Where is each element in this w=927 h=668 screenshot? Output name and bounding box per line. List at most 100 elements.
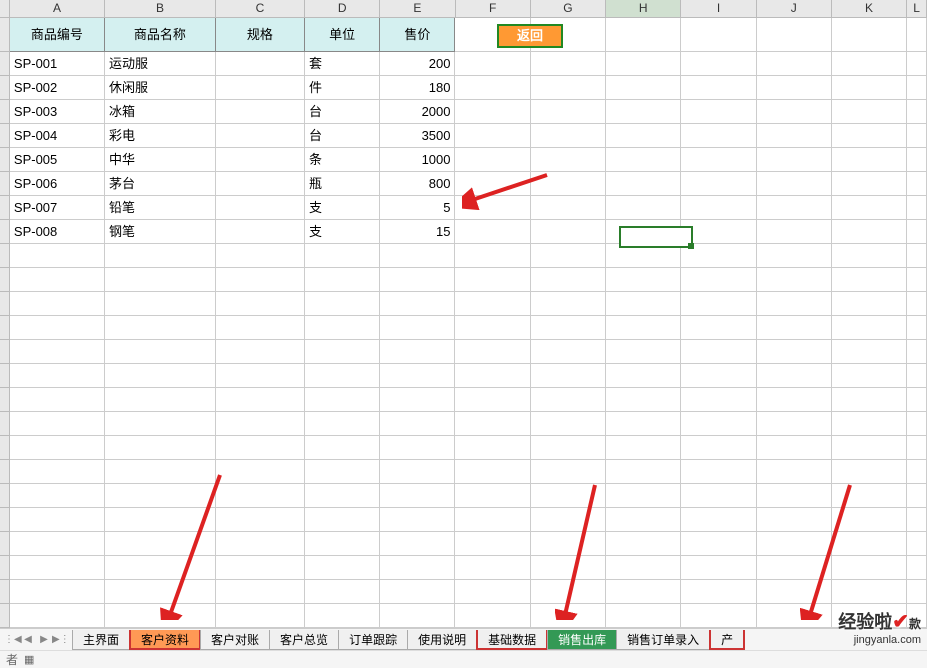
- col-header-h[interactable]: H: [606, 0, 681, 17]
- row-header[interactable]: [0, 364, 10, 388]
- cell-name[interactable]: 冰箱: [105, 100, 216, 124]
- col-header-f[interactable]: F: [456, 0, 531, 17]
- cell-unit[interactable]: 条: [305, 148, 380, 172]
- cell-code[interactable]: SP-001: [10, 52, 105, 76]
- cell-price[interactable]: 1000: [380, 148, 455, 172]
- cell-name[interactable]: 运动服: [105, 52, 216, 76]
- row-header[interactable]: [0, 244, 10, 268]
- row-header[interactable]: [0, 52, 10, 76]
- header-product-name[interactable]: 商品名称: [105, 18, 216, 52]
- cell-price[interactable]: 2000: [380, 100, 455, 124]
- cell-unit[interactable]: 台: [305, 124, 380, 148]
- tab-nav-prev-icon[interactable]: ◀: [20, 631, 36, 649]
- row-header[interactable]: [0, 196, 10, 220]
- table-row: [0, 532, 927, 556]
- header-price[interactable]: 售价: [380, 18, 455, 52]
- col-header-e[interactable]: E: [380, 0, 455, 17]
- row-header[interactable]: [0, 436, 10, 460]
- cell-name[interactable]: 茅台: [105, 172, 216, 196]
- cell-name[interactable]: 休闲服: [105, 76, 216, 100]
- row-header[interactable]: [0, 460, 10, 484]
- row-header[interactable]: [0, 316, 10, 340]
- sheet-tab[interactable]: 销售出库: [547, 630, 617, 650]
- sheet-tab[interactable]: 客户总览: [269, 630, 339, 650]
- row-header[interactable]: [0, 220, 10, 244]
- cell-spec[interactable]: [216, 196, 305, 220]
- cell-spec[interactable]: [216, 220, 305, 244]
- row-header[interactable]: [0, 76, 10, 100]
- row-header[interactable]: [0, 100, 10, 124]
- back-button[interactable]: 返回: [497, 24, 563, 48]
- row-header[interactable]: [0, 508, 10, 532]
- col-header-g[interactable]: G: [531, 0, 606, 17]
- sheet-tab[interactable]: 使用说明: [407, 630, 477, 650]
- cell-price[interactable]: 15: [380, 220, 455, 244]
- row-header[interactable]: [0, 388, 10, 412]
- cell-code[interactable]: SP-002: [10, 76, 105, 100]
- cell-name[interactable]: 中华: [105, 148, 216, 172]
- header-product-code[interactable]: 商品编号: [10, 18, 105, 52]
- cell-price[interactable]: 180: [380, 76, 455, 100]
- sheet-tab[interactable]: 客户资料: [129, 630, 201, 650]
- row-header[interactable]: [0, 172, 10, 196]
- row-header[interactable]: [0, 532, 10, 556]
- row-header[interactable]: [0, 292, 10, 316]
- row-header[interactable]: [0, 124, 10, 148]
- cell-spec[interactable]: [216, 172, 305, 196]
- col-header-a[interactable]: A: [10, 0, 105, 17]
- cell-code[interactable]: SP-007: [10, 196, 105, 220]
- col-header-j[interactable]: J: [757, 0, 832, 17]
- cell-name[interactable]: 铅笔: [105, 196, 216, 220]
- sheet-tab[interactable]: 销售订单录入: [616, 630, 710, 650]
- row-header[interactable]: [0, 340, 10, 364]
- row-header[interactable]: [0, 18, 10, 52]
- col-header-l[interactable]: L: [907, 0, 927, 17]
- cell-price[interactable]: 200: [380, 52, 455, 76]
- sheet-tab[interactable]: 主界面: [72, 630, 130, 650]
- row-header[interactable]: [0, 556, 10, 580]
- cell-name[interactable]: 彩电: [105, 124, 216, 148]
- cell-unit[interactable]: 套: [305, 52, 380, 76]
- status-bar: 者 ▦: [0, 650, 927, 668]
- sheet-tab[interactable]: 基础数据: [476, 630, 548, 650]
- table-row: SP-005 中华 条 1000: [0, 148, 927, 172]
- sheet-tab[interactable]: 客户对账: [200, 630, 270, 650]
- cell-unit[interactable]: 台: [305, 100, 380, 124]
- cell-code[interactable]: SP-003: [10, 100, 105, 124]
- row-header[interactable]: [0, 412, 10, 436]
- cell-spec[interactable]: [216, 52, 305, 76]
- row-header[interactable]: [0, 580, 10, 604]
- row-header[interactable]: [0, 484, 10, 508]
- cell-unit[interactable]: 件: [305, 76, 380, 100]
- cell-code[interactable]: SP-005: [10, 148, 105, 172]
- cell-code[interactable]: SP-006: [10, 172, 105, 196]
- header-unit[interactable]: 单位: [305, 18, 380, 52]
- cell-price[interactable]: 3500: [380, 124, 455, 148]
- cell-price[interactable]: 5: [380, 196, 455, 220]
- tab-nav-first-icon[interactable]: ⋮◀: [4, 631, 20, 649]
- cell-unit[interactable]: 支: [305, 196, 380, 220]
- cell-price[interactable]: 800: [380, 172, 455, 196]
- row-header[interactable]: [0, 148, 10, 172]
- cell-unit[interactable]: 支: [305, 220, 380, 244]
- col-header-d[interactable]: D: [305, 0, 380, 17]
- tab-nav-next-icon[interactable]: ▶: [36, 631, 52, 649]
- cell-code[interactable]: SP-004: [10, 124, 105, 148]
- tab-nav-last-icon[interactable]: ▶⋮: [52, 631, 68, 649]
- col-header-c[interactable]: C: [216, 0, 305, 17]
- col-header-i[interactable]: I: [681, 0, 756, 17]
- col-header-b[interactable]: B: [105, 0, 216, 17]
- header-spec[interactable]: 规格: [216, 18, 305, 52]
- cell-name[interactable]: 钢笔: [105, 220, 216, 244]
- row-header[interactable]: [0, 268, 10, 292]
- cell-unit[interactable]: 瓶: [305, 172, 380, 196]
- cell-spec[interactable]: [216, 148, 305, 172]
- cell-spec[interactable]: [216, 124, 305, 148]
- cell-spec[interactable]: [216, 100, 305, 124]
- cell-code[interactable]: SP-008: [10, 220, 105, 244]
- sheet-tab[interactable]: 产: [709, 630, 745, 650]
- row-header[interactable]: [0, 604, 10, 628]
- sheet-tab[interactable]: 订单跟踪: [338, 630, 408, 650]
- cell-spec[interactable]: [216, 76, 305, 100]
- col-header-k[interactable]: K: [832, 0, 907, 17]
